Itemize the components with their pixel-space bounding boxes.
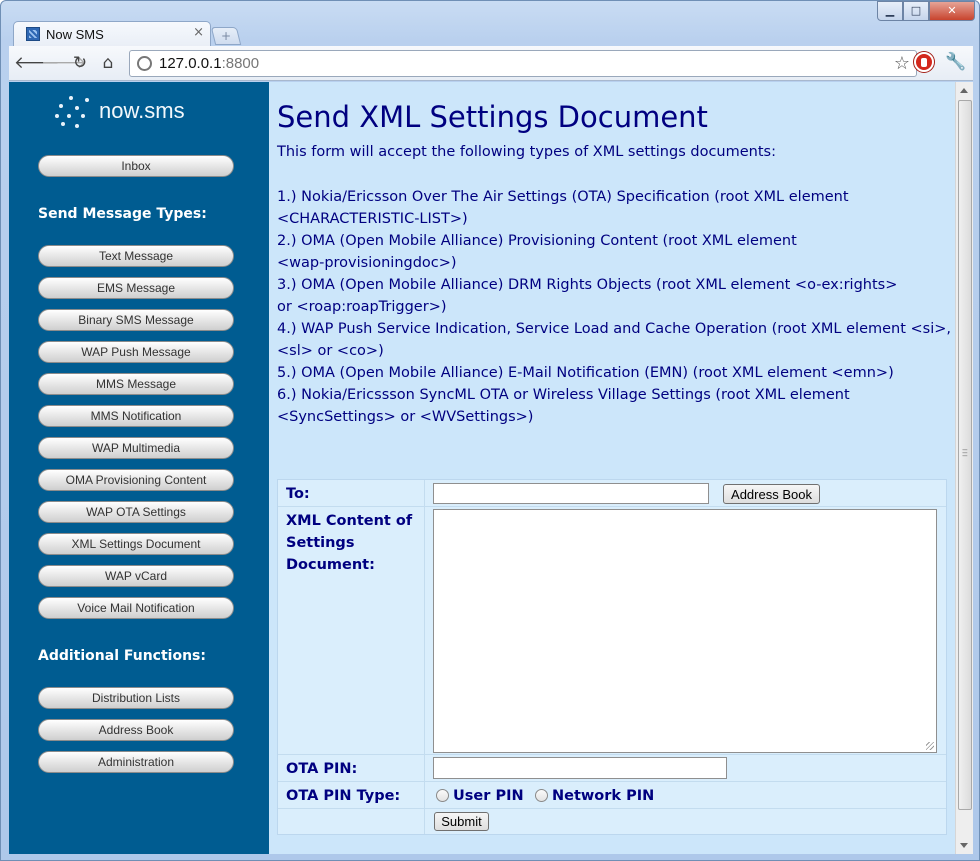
voice-mail-notification-button[interactable]: Voice Mail Notification [38,597,234,619]
user-pin-radio[interactable] [436,789,449,802]
grip-icon: ‒ ‒ ‒ [962,445,968,461]
url-text: 127.0.0.1:8800 [159,55,259,72]
submit-row: Submit [278,809,946,834]
xml-content-row: XML Content of Settings Document: [278,507,946,755]
submit-button[interactable]: Submit [434,812,489,831]
wrench-menu-icon[interactable]: 🔧 [945,52,966,72]
address-book-button[interactable]: Address Book [723,484,820,504]
tab-close-icon[interactable]: × [193,25,204,40]
distribution-lists-button[interactable]: Distribution Lists [38,687,234,709]
tab-title: Now SMS [46,27,104,42]
browser-window: Now SMS × + ▁ □ ✕ 🡐 🡒 ↻ ⌂ 127.0.0.1:8800… [0,0,980,861]
to-label: To: [286,486,310,502]
ota-pin-label: OTA PIN: [286,761,358,777]
list-item: 2.) OMA (Open Mobile Alliance) Provision… [277,233,797,271]
intro-text: This form will accept the following type… [277,144,776,160]
sidebar: now.sms Inbox Send Message Types: Text M… [9,82,269,854]
scroll-down-arrow-icon[interactable] [960,843,968,848]
user-pin-label: User PIN [453,788,524,804]
forward-arrow-icon[interactable]: 🡒 [41,53,87,73]
text-message-button[interactable]: Text Message [38,245,234,267]
reload-icon[interactable]: ↻ [69,53,91,73]
list-item: 3.) OMA (Open Mobile Alliance) DRM Right… [277,277,898,315]
resize-handle-icon[interactable] [926,742,934,750]
doc-type-list: 1.) Nokia/Ericsson Over The Air Settings… [277,186,953,428]
nowsms-logo: now.sms [55,96,205,128]
send-form: To: Address Book XML Content of Settings… [277,479,947,835]
bookmark-star-icon[interactable]: ☆ [894,53,910,74]
send-types-heading: Send Message Types: [38,206,207,222]
close-window-button[interactable]: ✕ [929,1,975,21]
oma-provisioning-button[interactable]: OMA Provisioning Content [38,469,234,491]
globe-icon [137,56,152,71]
inbox-button[interactable]: Inbox [38,155,234,177]
page-viewport: now.sms Inbox Send Message Types: Text M… [9,82,973,854]
ota-pin-row: OTA PIN: [278,755,946,782]
scrollbar-thumb[interactable]: ‒ ‒ ‒ [958,100,972,810]
xml-content-textarea[interactable] [433,509,937,753]
new-tab-button[interactable]: + [210,27,242,45]
wap-push-button[interactable]: WAP Push Message [38,341,234,363]
address-bar[interactable]: 127.0.0.1:8800 ☆ [129,50,917,77]
favicon-icon [26,27,40,41]
sidebar-address-book-button[interactable]: Address Book [38,719,234,741]
scroll-up-arrow-icon[interactable] [960,88,968,93]
maximize-button[interactable]: □ [903,1,929,21]
window-controls: ▁ □ ✕ [877,1,975,21]
xml-content-label: XML Content of Settings Document: [286,513,413,573]
wap-ota-settings-button[interactable]: WAP OTA Settings [38,501,234,523]
browser-toolbar: 🡐 🡒 ↻ ⌂ 127.0.0.1:8800 ☆ 🔧 [9,46,973,81]
list-item: 6.) Nokia/Ericssson SyncML OTA or Wirele… [277,387,850,425]
list-item: 5.) OMA (Open Mobile Alliance) E-Mail No… [277,365,894,381]
logo-text: now.sms [99,98,185,123]
mms-notification-button[interactable]: MMS Notification [38,405,234,427]
administration-button[interactable]: Administration [38,751,234,773]
ota-pin-type-label: OTA PIN Type: [286,788,401,804]
ota-pin-input[interactable] [433,757,727,779]
to-input[interactable] [433,483,709,504]
network-pin-label: Network PIN [552,788,655,804]
to-row: To: Address Book [278,480,946,507]
xml-settings-document-button[interactable]: XML Settings Document [38,533,234,555]
main-content: Send XML Settings Document This form wil… [277,82,955,854]
back-arrow-icon[interactable]: 🡐 [14,53,60,73]
wap-vcard-button[interactable]: WAP vCard [38,565,234,587]
list-item: 4.) WAP Push Service Indication, Service… [277,321,952,359]
ems-message-button[interactable]: EMS Message [38,277,234,299]
plus-icon: + [220,29,232,43]
network-pin-radio[interactable] [535,789,548,802]
page-title: Send XML Settings Document [277,100,708,134]
minimize-button[interactable]: ▁ [877,1,903,21]
browser-tab[interactable]: Now SMS × [13,21,211,47]
title-bar: Now SMS × + ▁ □ ✕ [1,1,979,47]
url-port: :8800 [221,55,260,72]
home-icon[interactable]: ⌂ [97,53,119,73]
additional-functions-heading: Additional Functions: [38,648,206,664]
mms-message-button[interactable]: MMS Message [38,373,234,395]
wap-multimedia-button[interactable]: WAP Multimedia [38,437,234,459]
url-host: 127.0.0.1 [159,55,222,72]
adblock-extension-icon[interactable] [914,52,934,72]
binary-sms-button[interactable]: Binary SMS Message [38,309,234,331]
ota-pin-type-row: OTA PIN Type: User PIN Network PIN [278,782,946,809]
logo-dots-icon [55,96,91,128]
vertical-scrollbar[interactable]: ‒ ‒ ‒ [955,82,973,854]
list-item: 1.) Nokia/Ericsson Over The Air Settings… [277,189,849,227]
